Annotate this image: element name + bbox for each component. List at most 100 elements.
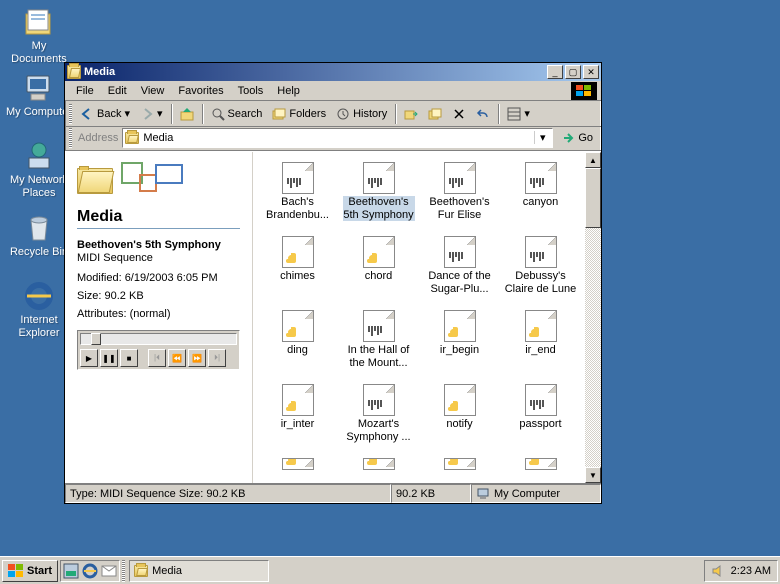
volume-icon[interactable] — [711, 564, 725, 578]
file-item[interactable]: ir_begin — [419, 308, 500, 382]
back-arrow-icon — [80, 107, 94, 121]
address-value: Media — [143, 132, 173, 144]
file-item[interactable]: ding — [257, 308, 338, 382]
history-button[interactable]: History — [332, 105, 391, 123]
stop-button[interactable]: ■ — [120, 349, 138, 367]
file-item[interactable]: chord — [338, 234, 419, 308]
back-button[interactable]: Back ▾ — [76, 105, 134, 123]
rewind-button[interactable]: ⏪ — [168, 349, 186, 367]
copy-to-button[interactable] — [424, 105, 446, 123]
folder-open-icon — [77, 168, 113, 194]
go-button[interactable]: Go — [557, 129, 597, 147]
file-label: Beethoven's Fur Elise — [424, 196, 496, 221]
undo-icon — [476, 107, 490, 121]
back-label: Back — [97, 108, 121, 120]
separator — [498, 104, 499, 124]
file-label: ir_end — [525, 344, 556, 357]
pause-button[interactable]: ❚❚ — [100, 349, 118, 367]
menu-bar: FileEditViewFavoritesToolsHelp — [65, 81, 601, 101]
size-line: Size: 90.2 KB — [77, 290, 240, 302]
task-button-media[interactable]: Media — [129, 560, 269, 582]
recycle-bin-icon — [23, 212, 55, 244]
maximize-button[interactable]: ▢ — [565, 65, 581, 79]
windows-logo-icon — [571, 82, 597, 100]
file-item[interactable]: In the Hall of the Mount... — [338, 308, 419, 382]
close-button[interactable]: ✕ — [583, 65, 599, 79]
play-button[interactable]: ▶ — [80, 349, 98, 367]
file-item[interactable]: ir_inter — [257, 382, 338, 456]
file-item[interactable]: ir_end — [500, 308, 581, 382]
delete-button[interactable] — [448, 105, 470, 123]
show-desktop-icon[interactable] — [63, 563, 79, 579]
file-item[interactable]: Dance of the Sugar-Plu... — [419, 234, 500, 308]
seek-track[interactable] — [80, 333, 237, 345]
file-item[interactable] — [338, 456, 419, 483]
up-button[interactable] — [176, 105, 198, 123]
start-button[interactable]: Start — [2, 560, 58, 582]
scroll-track[interactable] — [585, 228, 601, 467]
address-grip[interactable] — [69, 128, 72, 148]
move-to-button[interactable] — [400, 105, 422, 123]
folder-icon — [125, 132, 139, 144]
menu-help[interactable]: Help — [270, 83, 307, 99]
file-item[interactable] — [257, 456, 338, 483]
toolbar-grip[interactable] — [69, 104, 72, 124]
undo-button[interactable] — [472, 105, 494, 123]
windows-flag-icon — [8, 564, 24, 578]
folder-banner — [77, 162, 240, 202]
ie-icon[interactable] — [82, 563, 98, 579]
file-item[interactable]: Debussy's Claire de Lune — [500, 234, 581, 308]
my-documents-icon — [23, 6, 55, 38]
scroll-down-button[interactable]: ▼ — [585, 467, 601, 483]
outlook-icon[interactable] — [101, 563, 117, 579]
desktop-icon-my-documents[interactable]: My Documents — [4, 6, 74, 65]
search-button[interactable]: Search — [207, 105, 267, 123]
file-item[interactable]: notify — [419, 382, 500, 456]
search-label: Search — [228, 108, 263, 120]
seek-thumb[interactable] — [91, 333, 101, 345]
vertical-scrollbar[interactable]: ▲ ▼ — [585, 152, 601, 483]
file-grid[interactable]: Bach's Brandenbu...Beethoven's 5th Symph… — [253, 152, 585, 483]
file-item[interactable]: canyon — [500, 160, 581, 234]
explorer-window: Media _ ▢ ✕ FileEditViewFavoritesToolsHe… — [64, 62, 602, 504]
status-bar: Type: MIDI Sequence Size: 90.2 KB 90.2 K… — [65, 483, 601, 503]
menu-file[interactable]: File — [69, 83, 101, 99]
menu-favorites[interactable]: Favorites — [171, 83, 230, 99]
dropdown-arrow-icon: ▾ — [157, 107, 163, 120]
file-item[interactable]: Mozart's Symphony ... — [338, 382, 419, 456]
address-field[interactable]: Media ▾ — [122, 128, 553, 148]
menu-view[interactable]: View — [134, 83, 172, 99]
scroll-up-button[interactable]: ▲ — [585, 152, 601, 168]
forward-button[interactable]: ▾ — [136, 105, 167, 123]
forward-button[interactable]: ⏩ — [188, 349, 206, 367]
skip-end-button[interactable]: ⏵| — [208, 349, 226, 367]
file-item[interactable] — [419, 456, 500, 483]
menu-edit[interactable]: Edit — [101, 83, 134, 99]
decorative-square — [155, 164, 183, 184]
start-label: Start — [27, 565, 52, 577]
skip-start-button[interactable]: |⏴ — [148, 349, 166, 367]
file-item[interactable]: Beethoven's Fur Elise — [419, 160, 500, 234]
views-button[interactable]: ▾ — [503, 105, 534, 123]
file-item[interactable]: Bach's Brandenbu... — [257, 160, 338, 234]
file-item[interactable] — [500, 456, 581, 483]
taskbar-grip[interactable] — [122, 560, 125, 582]
file-label: Beethoven's 5th Symphony — [343, 196, 415, 221]
title-bar[interactable]: Media _ ▢ ✕ — [65, 63, 601, 81]
file-item[interactable]: Beethoven's 5th Symphony — [338, 160, 419, 234]
folders-button[interactable]: Folders — [268, 105, 330, 123]
search-icon — [211, 107, 225, 121]
minimize-button[interactable]: _ — [547, 65, 563, 79]
file-item[interactable]: passport — [500, 382, 581, 456]
status-type: Type: MIDI Sequence Size: 90.2 KB — [65, 484, 391, 503]
clock[interactable]: 2:23 AM — [731, 565, 771, 577]
separator — [202, 104, 203, 124]
dropdown-arrow-icon[interactable]: ▾ — [534, 131, 550, 144]
forward-arrow-icon — [140, 107, 154, 121]
menu-tools[interactable]: Tools — [231, 83, 271, 99]
folder-icon — [134, 565, 148, 577]
file-item[interactable]: chimes — [257, 234, 338, 308]
file-label: Mozart's Symphony ... — [343, 418, 415, 443]
scroll-thumb[interactable] — [585, 168, 601, 228]
file-label: notify — [446, 418, 472, 431]
